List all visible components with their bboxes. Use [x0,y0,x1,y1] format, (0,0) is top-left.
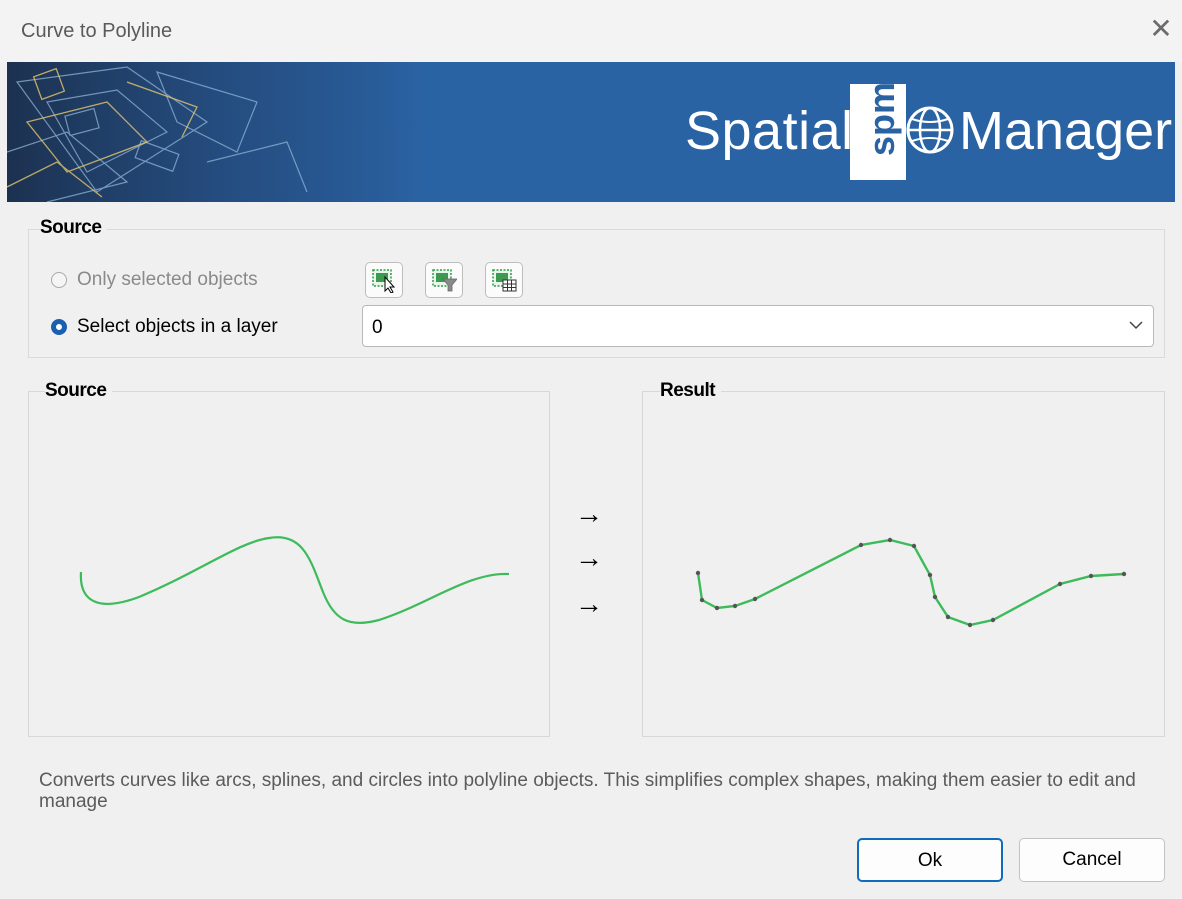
polyline-vertex [990,617,996,623]
window-title: Curve to Polyline [21,20,173,42]
arrow-1: → [575,498,603,529]
layer-select-value: 0 [372,317,383,338]
select-objects-button[interactable] [365,262,403,298]
close-icon[interactable]: ✕ [1146,14,1176,44]
radio-button-unchecked[interactable] [51,272,67,288]
polyline-vertex [1088,573,1094,579]
select-by-table-button[interactable] [485,262,523,298]
ok-button[interactable]: Ok [857,838,1003,882]
polyline-vertex [699,597,705,603]
polyline-vertex [1121,571,1127,577]
select-objects-in-layer-radio[interactable]: Select objects in a layer [51,316,278,338]
cancel-button[interactable]: Cancel [1019,838,1165,882]
result-preview-panel [642,391,1165,737]
result-polyline [695,537,1127,628]
source-group-label: Source [40,217,108,239]
polyline-vertex [932,594,938,600]
select-objects-icon [372,269,396,293]
source-preview-panel [28,391,550,737]
layer-select[interactable]: 0 [362,305,1154,347]
map-artwork-image [7,62,427,202]
arrow-3: → [575,588,603,619]
description-text: Converts curves like arcs, splines, and … [39,770,1136,812]
result-preview-label: Result [660,380,722,402]
title-bar: Curve to Polyline ✕ [0,0,1182,62]
brand-text-manager: Manager [959,101,1173,161]
only-selected-objects-label: Only selected objects [77,269,258,290]
polyline-vertex [887,537,893,543]
only-selected-objects-radio[interactable]: Only selected objects [51,269,258,291]
filter-objects-button[interactable] [425,262,463,298]
select-objects-in-layer-label: Select objects in a layer [77,316,278,337]
source-curve [79,536,510,625]
polyline-vertex [858,542,864,548]
chevron-down-icon[interactable] [1129,320,1143,330]
polyline-vertex [967,622,973,628]
polyline-vertex [714,605,720,611]
polyline-vertex [695,570,701,576]
polyline-vertex [927,572,933,578]
spm-logo-box: spm [850,81,906,180]
polyline-vertex [752,596,758,602]
polyline-vertex [945,614,951,620]
polyline-vertex [911,543,917,549]
brand-text-spatial: Spatial [685,101,854,161]
filter-objects-icon [432,269,457,292]
arrow-2: → [575,542,603,573]
polyline-vertex [1057,581,1063,587]
header-banner: Spatial spm Manager [7,62,1175,202]
source-preview-label: Source [45,380,113,402]
select-by-table-icon [492,269,517,292]
globe-icon [906,106,954,154]
radio-button-checked[interactable] [51,319,67,335]
spm-logo-text: spm [861,81,902,156]
polyline-vertex [732,603,738,609]
